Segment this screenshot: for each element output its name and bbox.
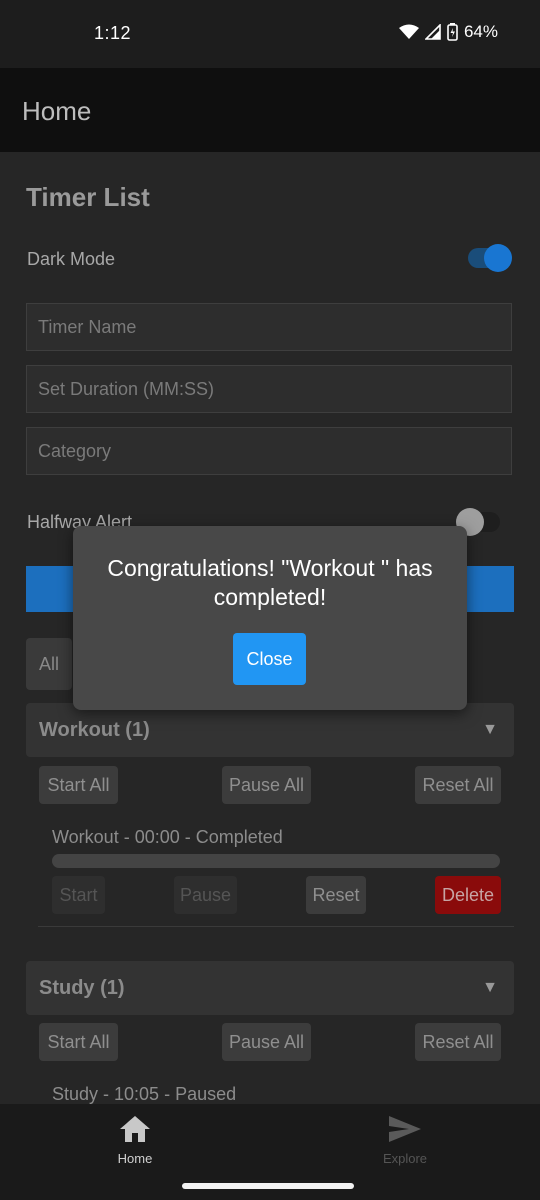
reset-button[interactable]: Reset (306, 876, 366, 914)
timer-name-field[interactable] (26, 303, 512, 351)
filter-chip-all[interactable]: All (26, 638, 72, 690)
app-bar-title: Home (22, 96, 92, 126)
nav-item-explore[interactable]: Explore (345, 1114, 465, 1166)
duration-field[interactable] (26, 365, 512, 413)
timer-progress-bar (52, 854, 500, 868)
start-all-button[interactable]: Start All (39, 1023, 118, 1061)
home-icon (118, 1116, 152, 1148)
pause-all-button[interactable]: Pause All (222, 766, 311, 804)
chevron-down-icon: ▼ (482, 979, 498, 996)
group-header-study[interactable]: Study (1) ▼ (26, 961, 514, 1015)
dark-mode-label: Dark Mode (27, 249, 116, 269)
pause-button[interactable]: Pause (174, 876, 237, 914)
category-field[interactable] (26, 427, 512, 475)
signal-icon (424, 24, 441, 40)
battery-percent: 64% (463, 22, 498, 41)
app-bar: Home (0, 68, 540, 152)
reset-all-button[interactable]: Reset All (415, 1023, 501, 1061)
group-header-workout[interactable]: Workout (1) ▼ (26, 703, 514, 757)
duration-input[interactable] (27, 366, 511, 412)
start-button[interactable]: Start (52, 876, 105, 914)
timer-name-input[interactable] (27, 304, 511, 350)
nav-label-explore: Explore (382, 1151, 428, 1166)
wifi-icon (398, 24, 419, 40)
dark-mode-toggle[interactable] (468, 244, 512, 272)
group-title: Study (1) (39, 977, 125, 999)
page-title: Timer List (26, 182, 150, 212)
reset-all-button[interactable]: Reset All (415, 766, 501, 804)
timer-info: Workout - 00:00 - Completed (52, 827, 283, 847)
send-icon (387, 1116, 423, 1148)
delete-button[interactable]: Delete (435, 876, 501, 914)
group-title: Workout (1) (39, 719, 150, 741)
completion-dialog: Congratulations! "Workout " has complete… (73, 526, 467, 710)
category-input[interactable] (27, 428, 511, 474)
status-icons: 64% (398, 22, 498, 42)
timer-info: Study - 10:05 - Paused (52, 1084, 237, 1104)
status-time: 1:12 (94, 23, 132, 43)
close-button[interactable]: Close (233, 633, 306, 685)
home-indicator (182, 1183, 354, 1189)
nav-label-home: Home (117, 1151, 153, 1166)
battery-icon (447, 23, 458, 41)
start-all-button[interactable]: Start All (39, 766, 118, 804)
toggle-knob (484, 244, 512, 272)
status-bar: 1:12 64% (0, 0, 540, 68)
pause-all-button[interactable]: Pause All (222, 1023, 311, 1061)
dialog-message: Congratulations! "Workout " has complete… (107, 555, 433, 610)
divider (38, 926, 514, 927)
chevron-down-icon: ▼ (482, 721, 498, 738)
nav-item-home[interactable]: Home (75, 1114, 195, 1166)
